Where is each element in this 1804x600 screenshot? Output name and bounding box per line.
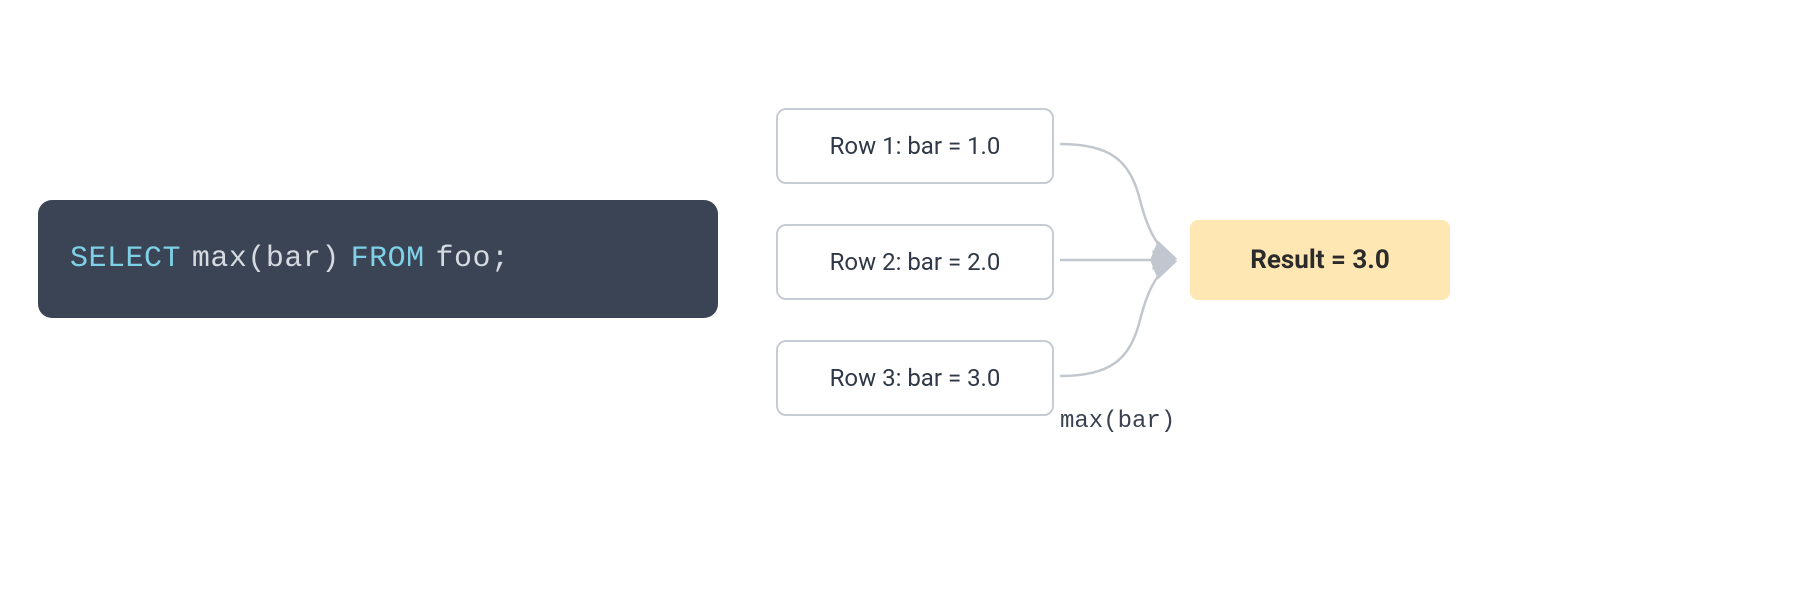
row-box-2: Row 2: bar = 2.0 <box>776 224 1054 300</box>
row-box-3: Row 3: bar = 3.0 <box>776 340 1054 416</box>
table-name: foo <box>435 242 491 276</box>
function-call: max(bar) <box>192 242 340 276</box>
sql-terminator: ; <box>491 242 510 276</box>
arrow-top-icon <box>1060 144 1175 258</box>
result-box: Result = 3.0 <box>1190 220 1450 300</box>
arrow-bottom-icon <box>1060 262 1175 376</box>
row-label: Row 1: bar = 1.0 <box>830 132 1001 160</box>
sql-code-block: SELECT max(bar) FROM foo; <box>38 200 718 318</box>
row-box-1: Row 1: bar = 1.0 <box>776 108 1054 184</box>
keyword-from: FROM <box>351 242 425 276</box>
aggregate-function-label: max(bar) <box>1060 408 1175 435</box>
row-label: Row 3: bar = 3.0 <box>830 364 1001 392</box>
keyword-select: SELECT <box>70 242 181 276</box>
result-label: Result = 3.0 <box>1250 245 1390 275</box>
diagram-canvas: SELECT max(bar) FROM foo; Row 1: bar = 1… <box>0 0 1804 600</box>
row-label: Row 2: bar = 2.0 <box>830 248 1001 276</box>
